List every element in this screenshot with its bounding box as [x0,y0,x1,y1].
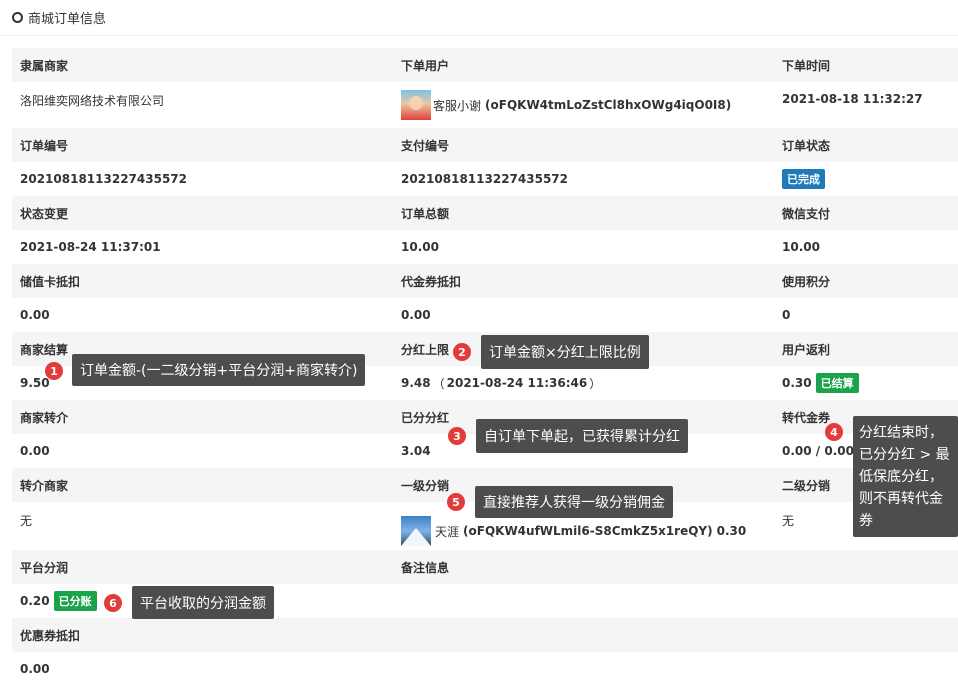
value-order-no: 20210818113227435572 [20,172,187,186]
label-wechat-pay: 微信支付 [782,206,831,221]
row-labels-2: 订单编号 支付编号 订单状态 [12,128,958,162]
annotation-number-5: 5 [447,493,465,511]
label-card-deduct: 储值卡抵扣 [20,274,81,289]
annotation-number-1: 1 [45,362,63,380]
bonus-cap-time: 2021-08-24 11:36:46 [446,376,588,390]
annotation-tip-2: 订单金额×分红上限比例 [481,335,649,369]
label-order-total: 订单总额 [401,206,450,221]
value-status-change: 2021-08-24 11:37:01 [20,240,161,254]
level1-name: 天涯 [435,524,460,539]
row-labels-9: 优惠券抵扣 [12,618,958,652]
label-pay-no: 支付编号 [401,138,450,153]
panel-header: 商城订单信息 [0,0,958,36]
label-coupon-deduct: 优惠券抵扣 [20,628,81,643]
bonus-cap-amount: 9.48 [401,376,431,390]
label-user: 下单用户 [401,58,450,73]
annotation-tip-3: 自订单下单起，已获得累计分红 [476,419,688,453]
rebate-badge: 已结算 [815,373,859,393]
user-name: 客服小谢 [433,98,482,113]
row-values-9: 0.00 [12,652,958,686]
value-order-total: 10.00 [401,240,439,254]
status-badge: 已完成 [782,169,825,189]
value-bonus-cap: 9.48 （ 2021-08-24 11:36:46 ） [393,375,774,392]
row-labels-3: 状态变更 订单总额 微信支付 [12,196,958,230]
value-order-time: 2021-08-18 11:32:27 [782,92,923,106]
label-platform-share: 平台分润 [20,560,69,575]
level1-amount: 0.30 [716,524,747,538]
user-avatar [401,90,431,120]
value-merchant-referral: 0.00 [20,444,50,458]
label-user-rebate: 用户返利 [782,342,831,357]
label-merchant-referral: 商家转介 [20,410,69,425]
row-values-4: 0.00 0.00 0 [12,298,958,332]
row-values-1: 洛阳维奕网络技术有限公司 客服小谢 (oFQKW4tmLoZstCl8hxOWg… [12,82,958,128]
value-merchant: 洛阳维奕网络技术有限公司 [20,94,165,108]
value-user: 客服小谢 (oFQKW4tmLoZstCl8hxOWg4iqO0I8) [393,90,774,120]
label-points: 使用积分 [782,274,831,289]
annotation-tip-6: 平台收取的分润金额 [132,586,274,619]
annotation-tip-1: 订单金额-(一二级分销+平台分润+商家转介) [72,354,366,386]
value-order-status: 已完成 [774,169,958,189]
rebate-amount: 0.30 [782,376,812,390]
row-labels-4: 储值卡抵扣 代金券抵扣 使用积分 [12,264,958,298]
row-values-3: 2021-08-24 11:37:01 10.00 10.00 [12,230,958,264]
annotation-tip-5: 直接推荐人获得一级分销佣金 [475,486,673,518]
row-labels-1: 隶属商家 下单用户 下单时间 [12,48,958,82]
platform-badge: 已分账 [53,591,97,611]
row-labels-8: 平台分润 备注信息 [12,550,958,584]
user-id: (oFQKW4tmLoZstCl8hxOWg4iqO0I8) [485,98,732,112]
label-status-change: 状态变更 [20,206,69,221]
bonus-cap-close-paren: ） [589,376,602,391]
value-referral-merchant: 无 [20,514,33,528]
value-wechat-pay: 10.00 [782,240,820,254]
annotation-number-6: 6 [104,594,122,612]
level1-avatar [401,516,431,546]
label-voucher-deduct: 代金券抵扣 [401,274,462,289]
label-order-time: 下单时间 [782,58,831,73]
annotation-number-3: 3 [448,427,466,445]
label-merchant: 隶属商家 [20,58,69,73]
value-coupon-deduct: 0.00 [20,662,50,676]
value-user-rebate: 0.30 已结算 [774,373,958,393]
label-remark: 备注信息 [401,560,450,575]
annotation-number-4: 4 [825,423,843,441]
panel-title: 商城订单信息 [28,12,107,27]
row-values-2: 20210818113227435572 2021081811322743557… [12,162,958,196]
bonus-cap-open-paren: （ [432,376,445,391]
label-order-no: 订单编号 [20,138,69,153]
annotation-number-2: 2 [453,343,471,361]
annotation-tip-4: 分红结束时，已分分红 > 最低保底分红，则不再转代金券 [853,416,958,537]
label-referral-merchant: 转介商家 [20,478,69,493]
platform-amount: 0.20 [20,594,50,608]
level1-id: (oFQKW4ufWLmil6-S8CmkZ5x1reQY) [463,524,713,538]
circle-icon [12,12,23,23]
value-card-deduct: 0.00 [20,308,50,322]
value-voucher-deduct: 0.00 [401,308,431,322]
value-pay-no: 20210818113227435572 [401,172,568,186]
label-order-status: 订单状态 [782,138,831,153]
value-points: 0 [782,308,791,322]
